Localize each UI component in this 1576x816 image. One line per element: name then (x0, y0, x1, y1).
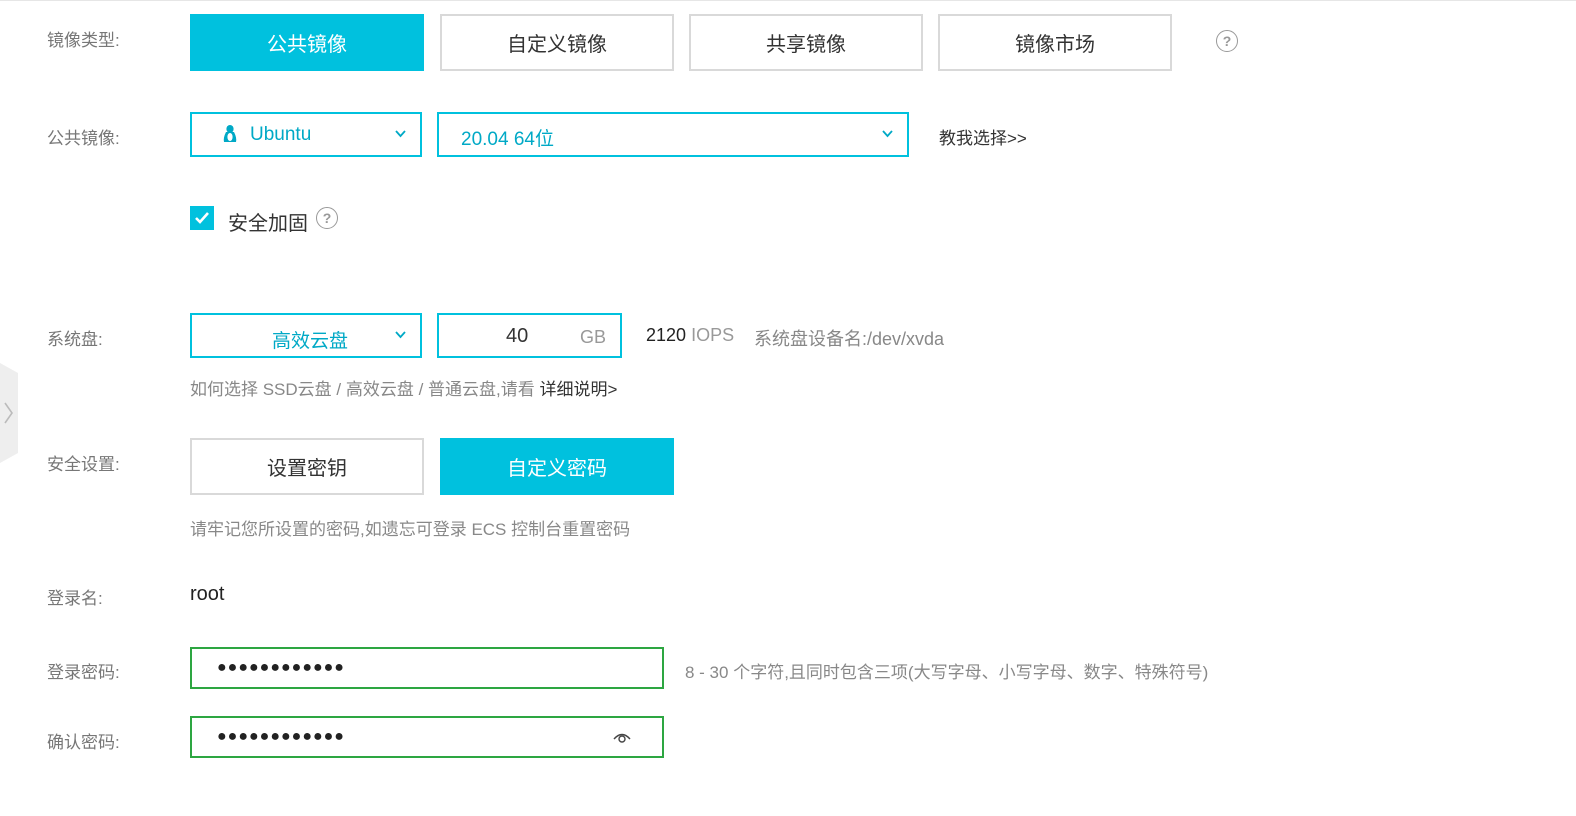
password-remember-hint: 请牢记您所设置的密码,如遗忘可登录 ECS 控制台重置密码 (190, 520, 631, 539)
chevron-down-icon (395, 331, 406, 339)
disk-size-unit: GB (579, 327, 606, 347)
os-select-value: Ubuntu (250, 124, 312, 145)
detail-link[interactable]: 详细说明> (539, 380, 617, 399)
disk-hint: 如何选择 SSD云盘 / 高效云盘 / 普通云盘,请看 详细说明> (190, 375, 617, 400)
login-password-label: 登录密码: (47, 663, 120, 682)
security-hardening-checkbox[interactable] (190, 206, 214, 230)
password-rule-hint: 8 - 30 个字符,且同时包含三项(大写字母、小写字母、数字、特殊符号) (685, 663, 1209, 682)
login-password-input[interactable]: ●●●●●●●●●●●● (190, 647, 664, 689)
version-select-value: 20.04 64位 (461, 129, 554, 150)
public-image-label: 公共镜像: (47, 129, 120, 148)
confirm-password-label: 确认密码: (47, 733, 120, 752)
os-select[interactable]: Ubuntu (190, 112, 422, 157)
chevron-right-icon (4, 402, 13, 424)
eye-icon[interactable] (612, 731, 632, 745)
login-name-label: 登录名: (47, 589, 103, 608)
chevron-down-icon (882, 130, 893, 138)
help-me-choose-link[interactable]: 教我选择>> (939, 124, 1027, 149)
iops-unit: IOPS (691, 325, 735, 345)
check-icon (195, 212, 209, 224)
confirm-password-value: ●●●●●●●●●●●● (217, 728, 345, 745)
iops-number: 2120 (646, 325, 687, 345)
chevron-down-icon (395, 130, 406, 138)
tab-custom-password[interactable]: 自定义密码 (440, 438, 674, 495)
security-settings-label: 安全设置: (47, 455, 120, 474)
disk-size-value: 40 (506, 325, 529, 347)
tab-set-key[interactable]: 设置密钥 (190, 438, 424, 495)
login-name-value: root (190, 583, 225, 605)
top-divider (0, 0, 1576, 1)
security-hardening-label: 安全加固 (228, 213, 308, 235)
device-name-info: 系统盘设备名:/dev/xvda (754, 329, 945, 349)
question-circle-icon[interactable]: ? (1216, 30, 1238, 52)
disk-hint-text: 如何选择 SSD云盘 / 高效云盘 / 普通云盘,请看 (190, 380, 535, 399)
linux-penguin-icon (223, 125, 237, 142)
tab-custom-image[interactable]: 自定义镜像 (440, 14, 674, 71)
disk-size-input[interactable]: 40 GB (437, 313, 622, 358)
tab-shared-image[interactable]: 共享镜像 (689, 14, 923, 71)
login-password-value: ●●●●●●●●●●●● (217, 659, 345, 676)
version-select[interactable]: 20.04 64位 (437, 112, 909, 157)
iops-readout: 2120 IOPS (646, 325, 734, 346)
disk-type-value: 高效云盘 (272, 331, 349, 352)
tab-public-image[interactable]: 公共镜像 (190, 14, 424, 71)
system-disk-label: 系统盘: (47, 330, 103, 349)
disk-type-select[interactable]: 高效云盘 (190, 313, 422, 358)
sidebar-collapse-handle[interactable] (0, 363, 18, 463)
question-circle-icon[interactable]: ? (316, 207, 338, 229)
confirm-password-input[interactable]: ●●●●●●●●●●●● (190, 716, 664, 758)
tab-image-market[interactable]: 镜像市场 (938, 14, 1172, 71)
image-type-label: 镜像类型: (47, 31, 120, 50)
